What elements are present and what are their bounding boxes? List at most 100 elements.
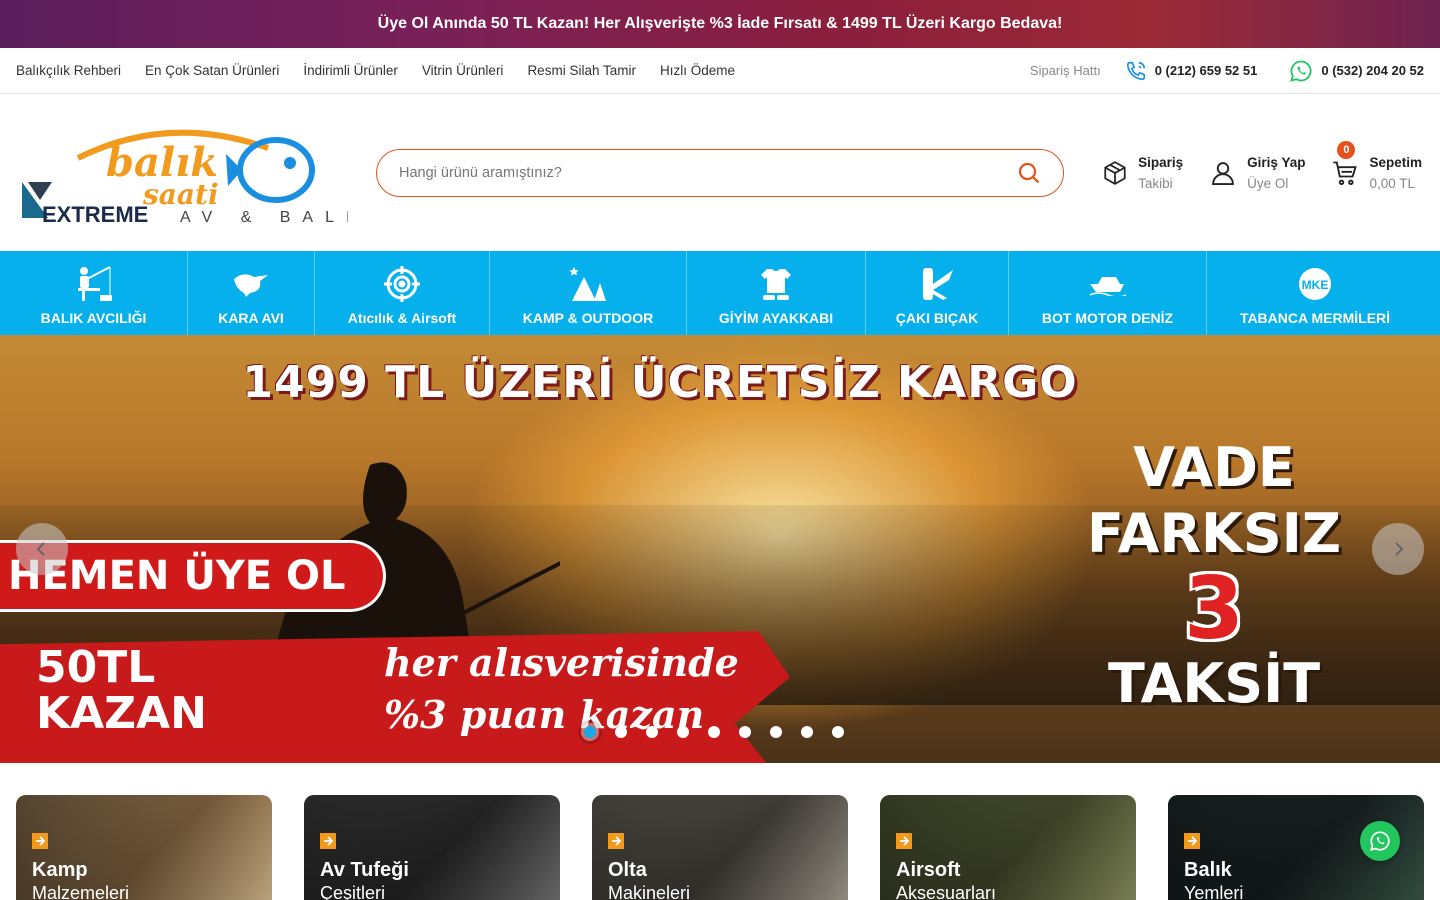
slider-dot[interactable] bbox=[677, 726, 689, 738]
phone-link[interactable]: 0 (212) 659 52 51 bbox=[1125, 60, 1258, 82]
search-icon[interactable] bbox=[1017, 161, 1041, 185]
phone-number: 0 (212) 659 52 51 bbox=[1154, 63, 1258, 78]
hero-points-line1: her alısverisinde bbox=[384, 640, 739, 685]
user-icon bbox=[1209, 159, 1237, 187]
category-label: ÇAKI BIÇAK bbox=[895, 310, 979, 326]
arrow-right-icon bbox=[32, 833, 48, 849]
category-label: BALIK AVCILIĞI bbox=[40, 310, 147, 326]
card-shotguns[interactable]: Av Tufeği Çeşitleri bbox=[304, 795, 560, 900]
category-hunting[interactable]: KARA AVI bbox=[188, 251, 315, 335]
hero-installment-text: VADE FARKSIZ 3 TAKSİT bbox=[1064, 435, 1364, 717]
category-shooting[interactable]: Atıcılık & Airsoft bbox=[315, 251, 490, 335]
card-title: Balık Yemleri bbox=[1184, 859, 1243, 900]
whatsapp-float-button[interactable] bbox=[1360, 821, 1400, 861]
card-title-line1: Airsoft bbox=[896, 859, 961, 881]
arrow-right-icon bbox=[896, 833, 912, 849]
slider-dot[interactable] bbox=[801, 726, 813, 738]
knife-icon bbox=[919, 264, 955, 304]
slider-dot[interactable] bbox=[584, 726, 596, 738]
tent-icon bbox=[568, 264, 608, 304]
toplink-gun-repair[interactable]: Resmi Silah Tamir bbox=[527, 63, 636, 78]
whatsapp-link[interactable]: 0 (532) 204 20 52 bbox=[1289, 59, 1424, 83]
top-bar: Balıkçılık Rehberi En Çok Satan Ürünleri… bbox=[0, 48, 1440, 94]
card-title: Av Tufeği Çeşitleri bbox=[320, 859, 409, 900]
toplink-quick-pay[interactable]: Hızlı Ödeme bbox=[660, 63, 735, 78]
announcement-bar: Üye Ol Anında 50 TL Kazan! Her Alışveriş… bbox=[0, 0, 1440, 48]
hero-bonus-amount: 50TL bbox=[36, 642, 156, 693]
chevron-left-icon bbox=[34, 541, 50, 557]
installment-line2: FARKSIZ bbox=[1086, 502, 1342, 565]
toplink-guide[interactable]: Balıkçılık Rehberi bbox=[16, 63, 121, 78]
card-airsoft[interactable]: Airsoft Aksesuarları bbox=[880, 795, 1136, 900]
card-title-line2: Aksesuarları bbox=[896, 883, 997, 900]
category-label: BOT MOTOR DENİZ bbox=[1041, 310, 1174, 326]
slider-dot[interactable] bbox=[770, 726, 782, 738]
clothing-icon bbox=[757, 264, 795, 304]
slider-dot[interactable] bbox=[646, 726, 658, 738]
search-input[interactable] bbox=[399, 164, 1017, 181]
card-camping[interactable]: Kamp Malzemeleri bbox=[16, 795, 272, 900]
phone-icon bbox=[1125, 60, 1147, 82]
card-title-line1: Av Tufeği bbox=[320, 859, 409, 881]
svg-text:saati: saati bbox=[142, 178, 219, 211]
card-title: Airsoft Aksesuarları bbox=[896, 859, 996, 900]
card-reels[interactable]: Olta Makineleri bbox=[592, 795, 848, 900]
category-clothing[interactable]: GİYİM AYAKKABI bbox=[687, 251, 866, 335]
cart-button[interactable]: 0 Sepetim 0,00 TL bbox=[1331, 140, 1422, 191]
fisherman-icon bbox=[74, 264, 114, 304]
svg-text:EXTREME: EXTREME bbox=[42, 202, 148, 227]
card-title-line2: Makineleri bbox=[608, 883, 691, 900]
card-title-line2: Malzemeleri bbox=[32, 883, 130, 900]
whatsapp-number: 0 (532) 204 20 52 bbox=[1321, 63, 1424, 78]
site-header: balık saati EXTREME AV & BALIK Sipariş T… bbox=[0, 94, 1440, 251]
installment-line4: TAKSİT bbox=[1107, 652, 1321, 715]
arrow-right-icon bbox=[320, 833, 336, 849]
card-title-line1: Olta bbox=[608, 859, 647, 881]
slider-dot[interactable] bbox=[615, 726, 627, 738]
category-boats[interactable]: BOT MOTOR DENİZ bbox=[1009, 251, 1207, 335]
arrow-right-icon bbox=[1184, 833, 1200, 849]
header-actions: Sipariş Takibi Giriş Yap Üye Ol 0 Sepeti… bbox=[1102, 140, 1422, 191]
card-title-line2: Çeşitleri bbox=[320, 883, 386, 900]
category-ammo[interactable]: MKE TABANCA MERMİLERİ bbox=[1207, 251, 1423, 335]
slider-dot[interactable] bbox=[739, 726, 751, 738]
card-title: Kamp Malzemeleri bbox=[32, 859, 129, 900]
category-label: KAMP & OUTDOOR bbox=[522, 310, 654, 326]
slider-dot[interactable] bbox=[832, 726, 844, 738]
installment-number: 3 bbox=[1184, 559, 1244, 659]
svg-text:AV & BALIK: AV & BALIK bbox=[180, 209, 348, 226]
hero-bonus-label: KAZAN bbox=[36, 688, 207, 739]
bird-icon bbox=[232, 264, 270, 304]
toplink-discounted[interactable]: İndirimli Ürünler bbox=[303, 63, 398, 78]
card-title-line1: Balık bbox=[1184, 859, 1232, 881]
category-fishing[interactable]: BALIK AVCILIĞI bbox=[0, 251, 188, 335]
installment-line1: VADE bbox=[1133, 436, 1295, 499]
category-cards: Kamp Malzemeleri Av Tufeği Çeşitleri Olta M… bbox=[0, 763, 1440, 900]
order-tracking-button[interactable]: Sipariş Takibi bbox=[1102, 155, 1183, 191]
card-title-line2: Yemleri bbox=[1184, 883, 1244, 900]
svg-text:MKE: MKE bbox=[1302, 278, 1329, 292]
cart-label: Sepetim bbox=[1369, 154, 1422, 170]
slider-prev-button[interactable] bbox=[16, 523, 68, 575]
category-label: Atıcılık & Airsoft bbox=[347, 310, 457, 326]
login-label: Giriş Yap bbox=[1247, 154, 1306, 170]
hero-bonus-text: 50TL KAZAN bbox=[36, 645, 207, 737]
toplink-bestsellers[interactable]: En Çok Satan Ürünleri bbox=[145, 63, 279, 78]
slider-next-button[interactable] bbox=[1372, 523, 1424, 575]
category-label: KARA AVI bbox=[218, 310, 284, 326]
mke-icon: MKE bbox=[1297, 264, 1333, 304]
cart-icon bbox=[1331, 159, 1359, 187]
search-bar bbox=[376, 148, 1064, 197]
login-button[interactable]: Giriş Yap Üye Ol bbox=[1209, 155, 1305, 191]
category-label: TABANCA MERMİLERİ bbox=[1239, 310, 1391, 326]
announcement-text: Üye Ol Anında 50 TL Kazan! Her Alışveriş… bbox=[377, 15, 1063, 32]
chevron-right-icon bbox=[1390, 541, 1406, 557]
toplink-showcase[interactable]: Vitrin Ürünleri bbox=[422, 63, 504, 78]
slider-dot[interactable] bbox=[708, 726, 720, 738]
category-knives[interactable]: ÇAKI BIÇAK bbox=[866, 251, 1009, 335]
card-title-line1: Kamp bbox=[32, 859, 88, 881]
site-logo[interactable]: balık saati EXTREME AV & BALIK bbox=[18, 118, 373, 228]
category-camping[interactable]: KAMP & OUTDOOR bbox=[490, 251, 687, 335]
contact-info: Sipariş Hattı 0 (212) 659 52 51 0 (532) … bbox=[1030, 59, 1424, 83]
order-tracking-sublabel: Takibi bbox=[1138, 175, 1173, 191]
